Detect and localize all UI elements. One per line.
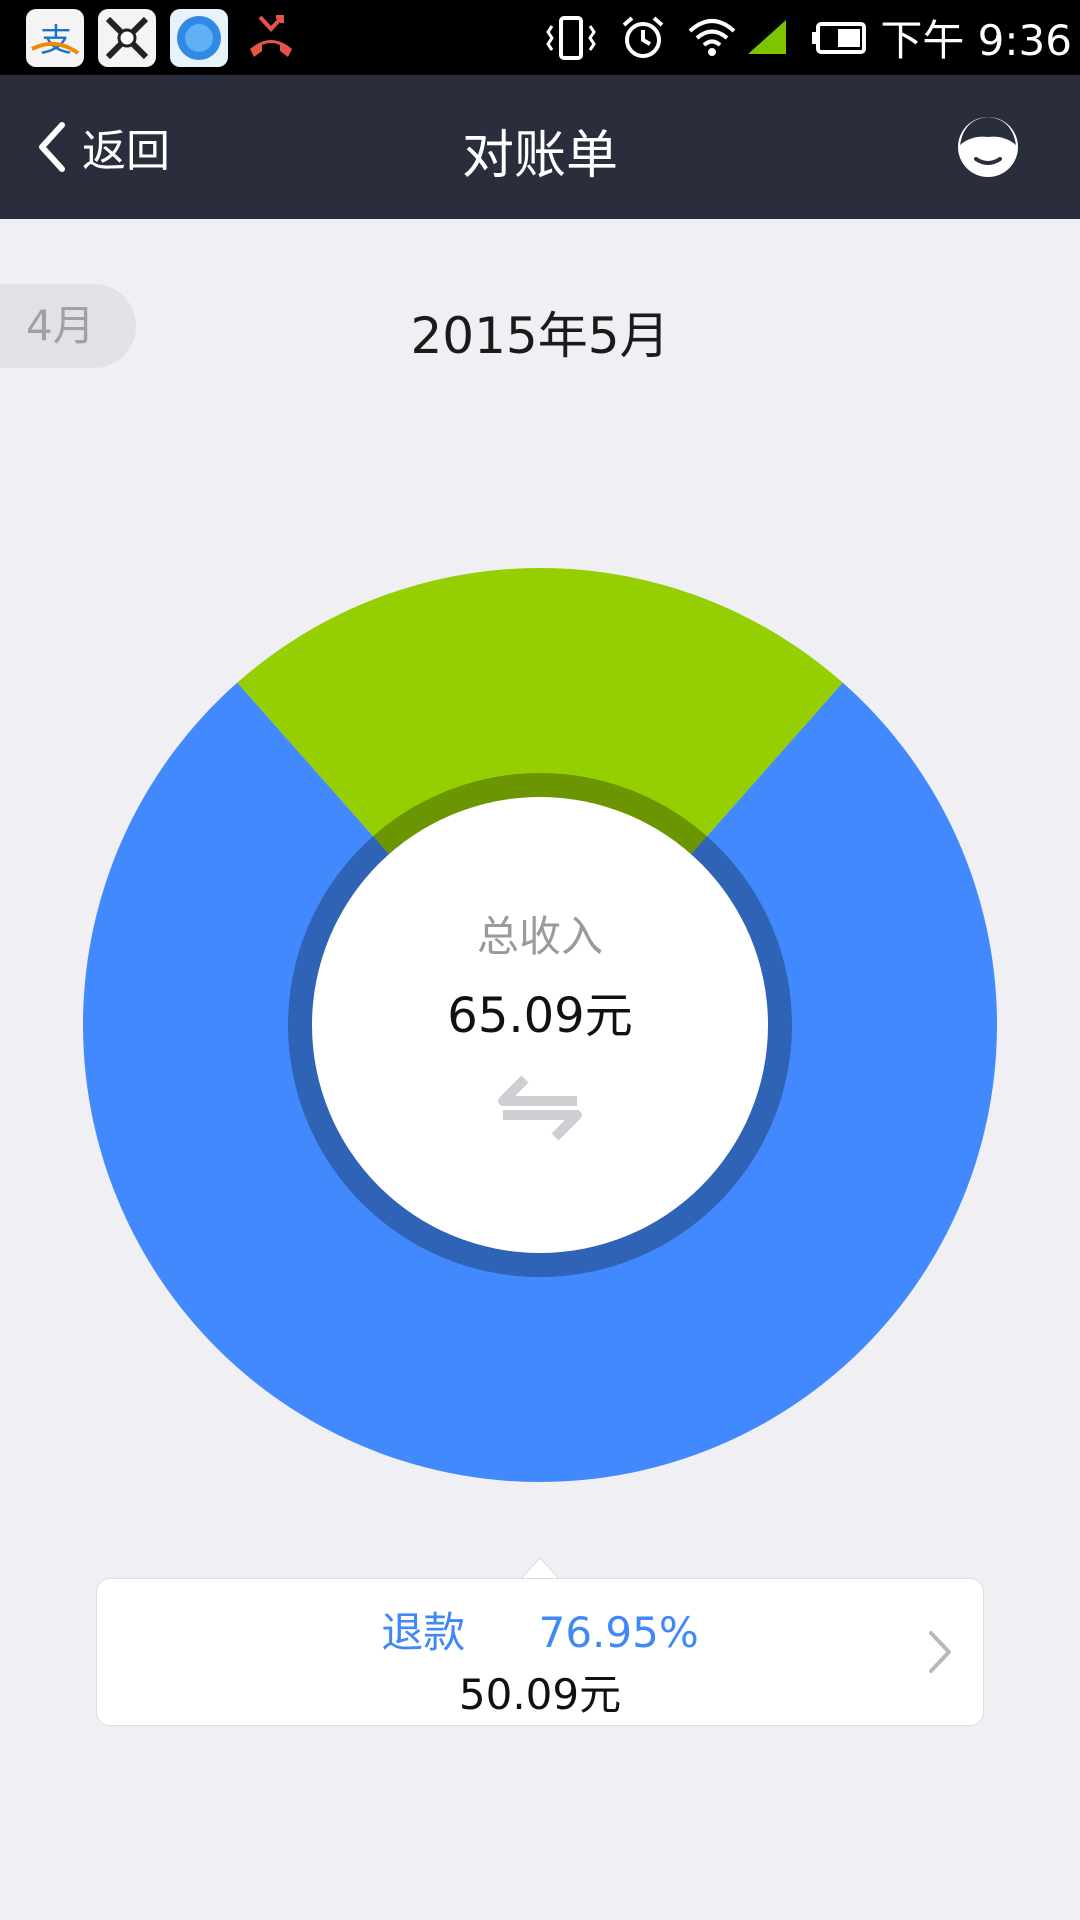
battery-icon [812, 21, 868, 55]
slice-summary-line: 退款 76.95% [97, 1599, 983, 1660]
alipay-app-icon: 支 [26, 9, 84, 67]
slice-detail-card[interactable]: 退款 76.95% 50.09元 [96, 1578, 984, 1726]
slice-category: 退款 [381, 1608, 466, 1657]
nav-bar: 返回 对账单 [0, 75, 1080, 219]
signal-icon [744, 18, 790, 58]
alarm-icon [620, 15, 666, 61]
slice-amount: 50.09元 [458, 1670, 622, 1719]
wifi-icon [688, 17, 736, 59]
total-income-value: 65.09元 [447, 988, 633, 1044]
chevron-right-icon [929, 1631, 951, 1673]
total-income-label: 总收入 [476, 912, 603, 961]
browser-app-icon [170, 9, 228, 67]
swap-arrows-icon[interactable] [497, 1075, 583, 1141]
vibrate-icon [544, 15, 598, 60]
app-notification-icon [98, 9, 156, 67]
missed-call-icon [242, 9, 300, 67]
status-bar: 支 下午 9:36 [0, 0, 1080, 75]
status-time: 下午 9:36 [880, 16, 1072, 65]
user-face-icon [958, 117, 1018, 177]
card-pointer [520, 1557, 560, 1580]
svg-text:支: 支 [40, 21, 72, 59]
page-title: 对账单 [461, 126, 618, 186]
user-button[interactable] [954, 113, 1022, 181]
slice-percent: 76.95% [538, 1608, 699, 1657]
current-month-label: 2015年5月 [410, 307, 670, 365]
